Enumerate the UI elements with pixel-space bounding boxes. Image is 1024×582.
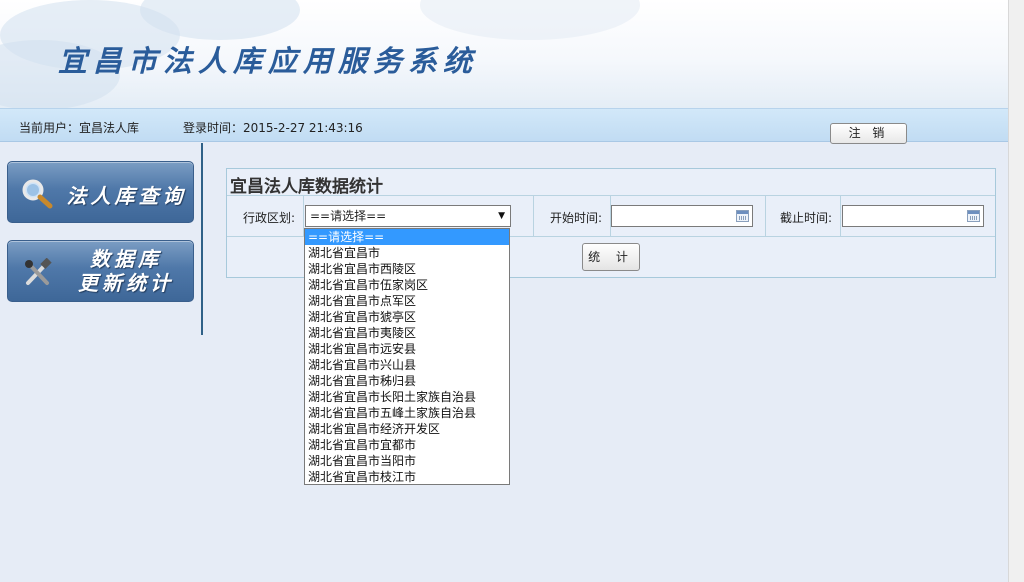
chevron-down-icon: ▼: [498, 211, 505, 221]
sidebar-divider: [201, 143, 203, 335]
panel-divider: [533, 195, 534, 236]
region-dropdown-list[interactable]: ==请选择== 湖北省宜昌市 湖北省宜昌市西陵区 湖北省宜昌市伍家岗区 湖北省宜…: [304, 228, 510, 485]
page-scrollbar[interactable]: [1008, 0, 1024, 582]
app-title: 宜昌市法人库应用服务系统: [58, 44, 479, 78]
dropdown-option[interactable]: ==请选择==: [305, 229, 509, 245]
dropdown-option[interactable]: 湖北省宜昌市: [305, 245, 509, 261]
dropdown-option[interactable]: 湖北省宜昌市当阳市: [305, 453, 509, 469]
sidebar-item-legal-query[interactable]: 法人库查询: [7, 161, 194, 223]
sidebar-item-label-line1: 数据库: [90, 247, 162, 271]
calendar-icon[interactable]: [736, 210, 749, 222]
panel-divider: [227, 195, 995, 196]
logout-button[interactable]: 注 销: [830, 123, 907, 144]
panel-title: 宜昌法人库数据统计: [230, 177, 383, 197]
current-user-text: 当前用户：宜昌法人库: [19, 121, 140, 135]
user-info-bar: 当前用户：宜昌法人库 登录时间：2015-2-27 21:43:16 注 销: [0, 108, 1008, 144]
dropdown-option[interactable]: 湖北省宜昌市秭归县: [305, 373, 509, 389]
dropdown-option[interactable]: 湖北省宜昌市西陵区: [305, 261, 509, 277]
dropdown-option[interactable]: 湖北省宜昌市枝江市: [305, 469, 509, 485]
region-select-value: ==请选择==: [310, 209, 387, 223]
dropdown-option[interactable]: 湖北省宜昌市兴山县: [305, 357, 509, 373]
region-label: 行政区划:: [243, 211, 296, 225]
start-time-label: 开始时间:: [550, 211, 603, 225]
login-time-text: 登录时间：2015-2-27 21:43:16: [183, 121, 363, 135]
calendar-icon[interactable]: [967, 210, 980, 222]
dropdown-option[interactable]: 湖北省宜昌市猇亭区: [305, 309, 509, 325]
header-banner: 宜昌市法人库应用服务系统: [0, 0, 1008, 108]
dropdown-option[interactable]: 湖北省宜昌市宜都市: [305, 437, 509, 453]
sidebar-item-label: 数据库 更新统计: [66, 247, 186, 295]
dropdown-option[interactable]: 湖北省宜昌市五峰土家族自治县: [305, 405, 509, 421]
panel-divider: [840, 195, 841, 236]
stat-button[interactable]: 统 计: [582, 243, 640, 271]
dropdown-option[interactable]: 湖北省宜昌市夷陵区: [305, 325, 509, 341]
dropdown-option[interactable]: 湖北省宜昌市点军区: [305, 293, 509, 309]
dropdown-option[interactable]: 湖北省宜昌市经济开发区: [305, 421, 509, 437]
dropdown-option[interactable]: 湖北省宜昌市伍家岗区: [305, 277, 509, 293]
search-icon: [20, 178, 54, 213]
sidebar-item-label: 法人库查询: [66, 184, 187, 208]
end-time-label: 截止时间:: [780, 211, 833, 225]
region-select[interactable]: ==请选择== ▼: [305, 205, 511, 227]
dropdown-option[interactable]: 湖北省宜昌市长阳土家族自治县: [305, 389, 509, 405]
start-time-input[interactable]: [611, 205, 753, 227]
sidebar-item-label-line2: 更新统计: [78, 271, 174, 295]
sidebar-item-db-update-stats[interactable]: 数据库 更新统计: [7, 240, 194, 302]
dropdown-option[interactable]: 湖北省宜昌市远安县: [305, 341, 509, 357]
end-time-input[interactable]: [842, 205, 984, 227]
panel-divider: [765, 195, 766, 236]
tools-icon: [22, 257, 54, 291]
